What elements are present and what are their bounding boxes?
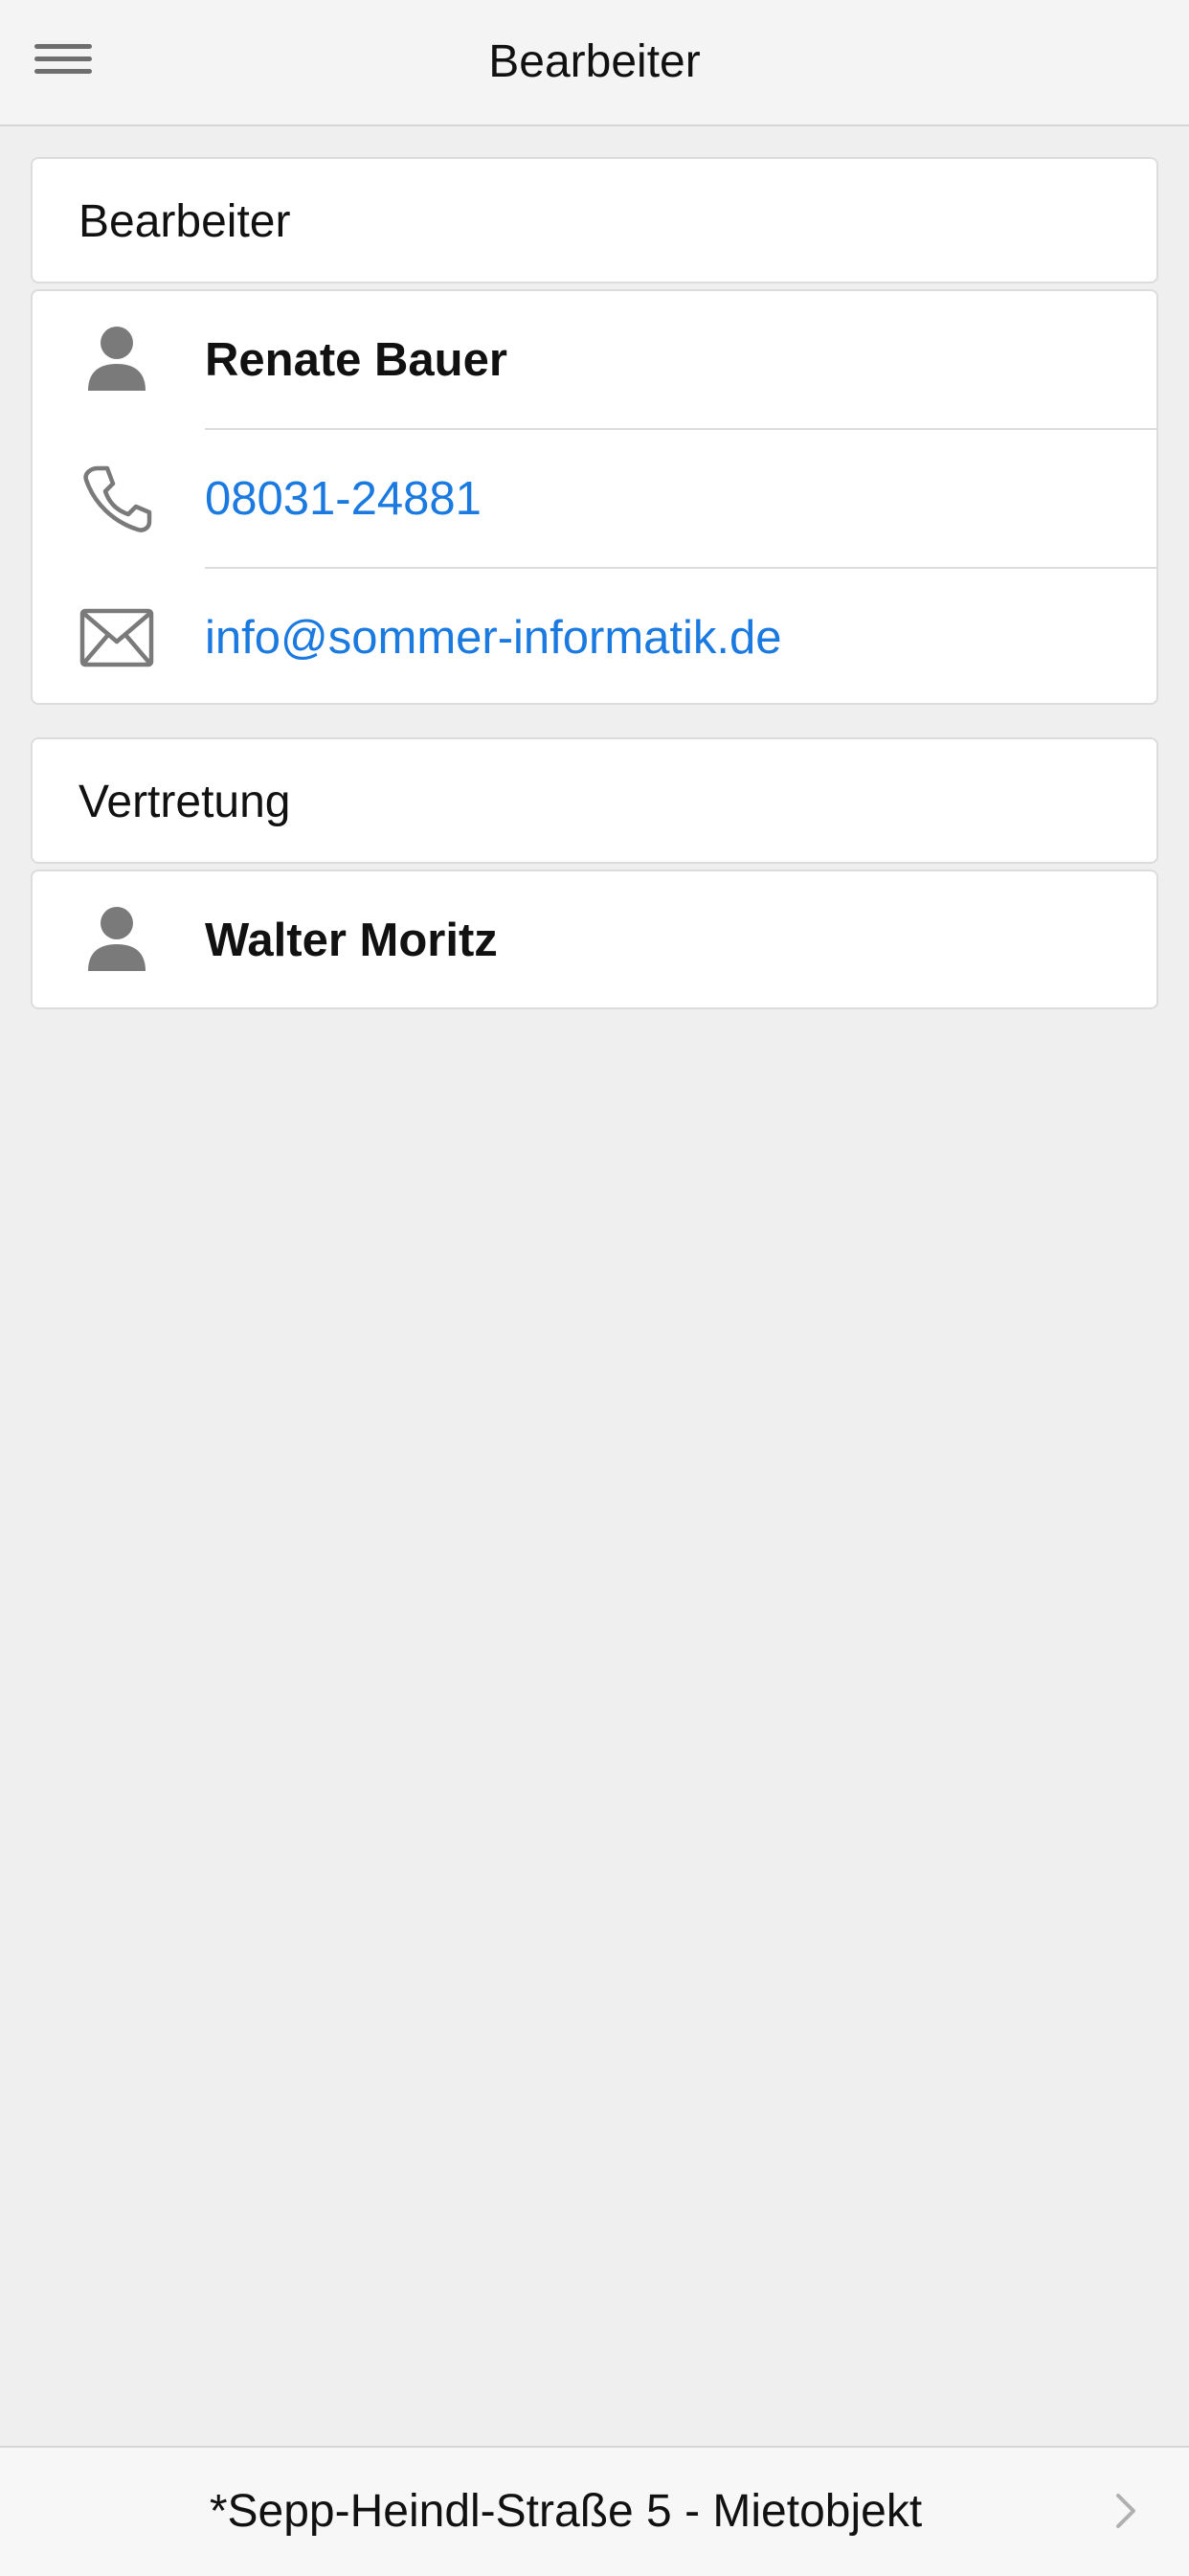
contact-email-link[interactable]: info@sommer-informatik.de: [205, 569, 782, 707]
phone-icon: [83, 465, 152, 532]
mail-icon: [79, 608, 154, 667]
section-header-vertretung: Vertretung: [31, 737, 1158, 864]
top-bar: Bearbeiter: [0, 0, 1189, 126]
contact-name-row[interactable]: Renate Bauer: [33, 291, 1156, 429]
section-header-label: Bearbeiter: [79, 196, 291, 247]
section-header-bearbeiter: Bearbeiter: [31, 157, 1158, 283]
contact-name: Renate Bauer: [205, 334, 507, 386]
contact-email-row[interactable]: info@sommer-informatik.de: [33, 569, 1156, 707]
person-icon: [88, 907, 146, 971]
person-icon: [88, 327, 146, 391]
contact-card-bearbeiter: Renate Bauer 08031-24881 info@sommer-inf…: [31, 289, 1158, 705]
contact-card-vertretung: Walter Moritz: [31, 870, 1158, 1009]
contact-name: Walter Moritz: [205, 915, 498, 966]
property-label: *Sepp-Heindl-Straße 5 - Mietobjekt: [209, 2486, 923, 2537]
hamburger-menu-icon[interactable]: [27, 34, 100, 88]
page-title: Bearbeiter: [488, 36, 701, 87]
contact-phone-row[interactable]: 08031-24881: [33, 430, 1156, 568]
contact-name-row[interactable]: Walter Moritz: [33, 871, 1156, 1009]
chevron-right-icon: [1116, 2494, 1135, 2528]
section-header-label: Vertretung: [79, 777, 291, 827]
property-footer-button[interactable]: *Sepp-Heindl-Straße 5 - Mietobjekt: [0, 2446, 1189, 2576]
contact-phone-link[interactable]: 08031-24881: [205, 430, 482, 568]
